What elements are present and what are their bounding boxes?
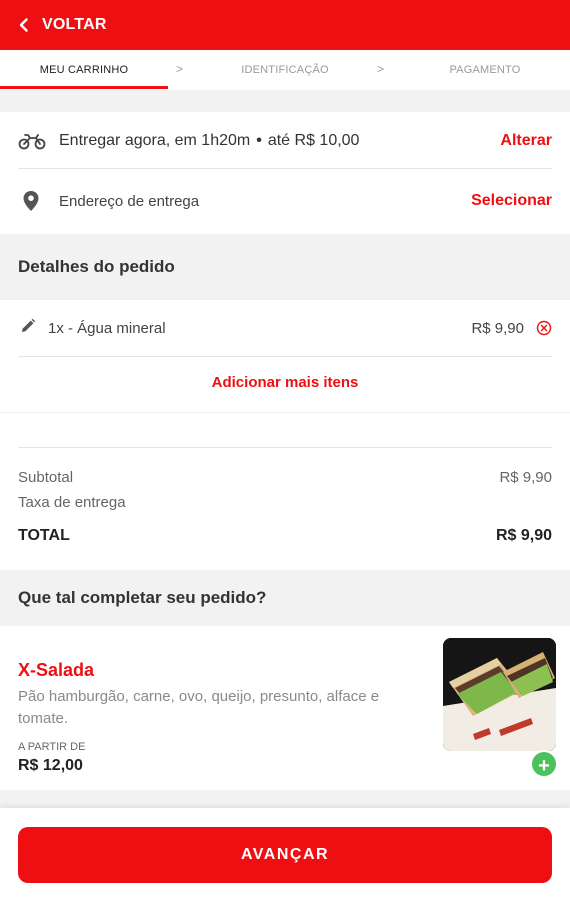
product-price: R$ 12,00 — [18, 757, 83, 774]
order-card: 1x - Água mineral R$ 9,90 Adicionar mais… — [0, 300, 570, 412]
step-payment[interactable]: PAGAMENTO — [400, 50, 570, 90]
order-item-name: 1x - Água mineral — [48, 319, 166, 337]
subtotal-value: R$ 9,90 — [499, 469, 552, 486]
total-value: R$ 9,90 — [495, 527, 552, 544]
divider — [18, 447, 552, 448]
separator-dot: • — [256, 132, 262, 149]
checkout-steps: MEU CARRINHO > IDENTIFICAÇÃO > PAGAMENTO — [0, 50, 570, 90]
bottom-bar: AVANÇAR — [0, 808, 570, 900]
product-image[interactable] — [443, 638, 556, 751]
advance-button[interactable]: AVANÇAR — [18, 827, 552, 883]
order-details-title: Detalhes do pedido — [0, 234, 570, 300]
address-row[interactable]: Endereço de entrega Selecionar — [0, 170, 570, 232]
chevron-left-icon[interactable] — [16, 17, 32, 33]
summary-card: Subtotal R$ 9,90 Taxa de entrega TOTAL R… — [0, 413, 570, 570]
change-delivery-button[interactable]: Alterar — [500, 132, 552, 150]
delivery-fee-text: até R$ 10,00 — [267, 132, 360, 149]
total-label: TOTAL — [18, 527, 70, 544]
delivery-time-row[interactable]: Entregar agora, em 1h20m • até R$ 10,00 Al… — [0, 112, 570, 170]
order-item-price: R$ 9,90 — [471, 319, 524, 337]
address-label: Endereço de entrega — [59, 192, 200, 210]
product-description: Pão hamburgão, carne, ovo, queijo, presu… — [18, 688, 380, 727]
delivery-eta: Entregar agora, em 1h20m — [59, 132, 251, 149]
add-more-items-button[interactable]: Adicionar mais itens — [0, 374, 570, 391]
active-step-indicator — [0, 86, 168, 89]
cart-screen: VOLTAR MEU CARRINHO > IDENTIFICAÇÃO > PA… — [0, 0, 570, 900]
top-bar: VOLTAR — [0, 0, 570, 50]
step-cart[interactable]: MEU CARRINHO — [0, 50, 168, 90]
select-address-button[interactable]: Selecionar — [471, 192, 552, 210]
location-pin-icon — [22, 190, 40, 212]
divider — [18, 168, 552, 169]
step-separator: > — [377, 62, 385, 76]
from-price-label: A PARTIR DE — [18, 741, 86, 753]
delivery-fee-label: Taxa de entrega — [18, 494, 126, 511]
step-identification[interactable]: IDENTIFICAÇÃO — [200, 50, 370, 90]
divider — [18, 356, 552, 357]
upsell-title: Que tal completar seu pedido? — [0, 570, 570, 626]
delivery-time-text: Entregar agora, em 1h20m • até R$ 10,00 — [59, 132, 359, 150]
motorcycle-icon — [18, 131, 46, 151]
product-name: X-Salada — [18, 660, 95, 680]
close-circle-icon[interactable] — [536, 320, 552, 336]
order-item-row: 1x - Água mineral R$ 9,90 — [0, 300, 570, 356]
plus-icon[interactable]: + — [530, 750, 558, 778]
pencil-icon[interactable] — [20, 318, 36, 334]
step-separator: > — [176, 62, 184, 76]
subtotal-label: Subtotal — [18, 469, 74, 486]
delivery-card: Entregar agora, em 1h20m • até R$ 10,00 Al… — [0, 112, 570, 234]
back-button[interactable]: VOLTAR — [42, 16, 107, 34]
